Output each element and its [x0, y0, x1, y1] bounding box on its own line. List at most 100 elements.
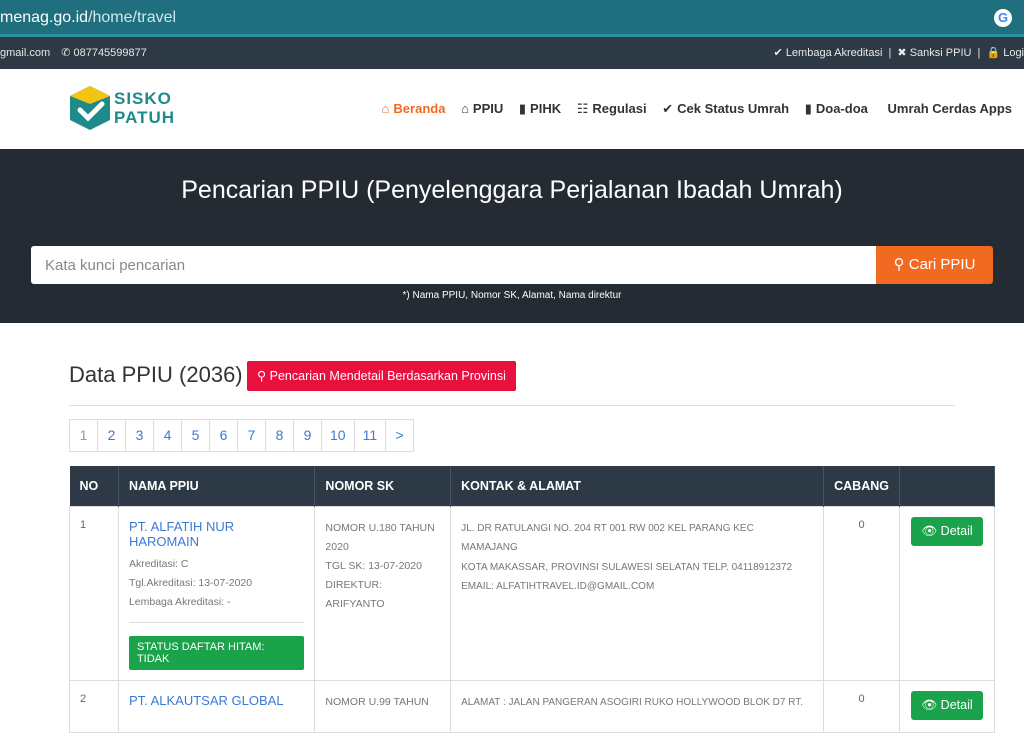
cell-cabang: 0 [823, 679, 900, 733]
cell-action: 👁 Detail [898, 679, 996, 733]
cell-no: 2 [69, 679, 119, 733]
topbar-link-lembaga[interactable]: Lembaga Akreditasi [786, 47, 883, 59]
col-header-cabang: CABANG [823, 466, 900, 506]
eye-icon: 👁 [921, 523, 938, 538]
logo[interactable]: SISKO PATUH [68, 84, 188, 134]
akreditasi-text: Akreditasi: C [128, 557, 189, 570]
province-search-button[interactable]: ⚲ Pencarian Mendetail Berdasarkan Provin… [247, 361, 516, 391]
page-4[interactable]: 4 [153, 419, 182, 452]
page-title: Pencarian PPIU (Penyelenggara Perjalanan… [181, 176, 843, 204]
search-input[interactable] [31, 246, 876, 284]
nav-item-doa[interactable]: ▮ Doa-doa [805, 101, 868, 117]
page-1[interactable]: 1 [69, 419, 98, 452]
address-line: JL. DR RATULANGI NO. 204 RT 001 RW 002 K… [461, 522, 754, 554]
url-path: /home/travel [88, 9, 177, 26]
logo-emblem-icon [70, 86, 110, 130]
cell-no: 1 [69, 505, 119, 681]
cell-cabang: 0 [823, 505, 900, 681]
separator: | [977, 47, 981, 59]
phone-text[interactable]: 087745599877 [73, 47, 146, 59]
page-9[interactable]: 9 [293, 419, 322, 452]
col-header-nama: NAMA PPIU [118, 466, 316, 506]
close-icon: ✖ [897, 47, 907, 59]
browser-address-bar: menag.go.id/home/travel G [0, 0, 1024, 37]
nav-item-beranda[interactable]: ⌂ Beranda [382, 101, 446, 116]
search-hint: *) Nama PPIU, Nomor SK, Alamat, Nama dir… [402, 290, 622, 301]
url-host: menag.go.id [0, 9, 89, 26]
search-button[interactable]: ⚲ Cari PPIU [876, 246, 993, 284]
page-10[interactable]: 10 [321, 419, 355, 452]
cell-action: 👁 Detail [898, 505, 996, 681]
ppiu-name-link[interactable]: PT. ALKAUTSAR GLOBAL [129, 693, 304, 708]
lembaga-text: Lembaga Akreditasi: - [128, 595, 231, 608]
address-url[interactable]: menag.go.id/home/travel [0, 9, 176, 27]
col-header-kontak: KONTAK & ALAMAT [450, 466, 825, 506]
logo-text: SISKO PATUH [114, 89, 175, 127]
status-badge: STATUS DAFTAR HITAM: TIDAK [128, 635, 305, 670]
address-line: ALAMAT : JALAN PANGERAN ASOGIRI RUKO HOL… [461, 696, 804, 708]
sk-number: NOMOR U.99 TAHUN [325, 695, 429, 708]
google-icon[interactable]: G [994, 9, 1012, 27]
sk-year: 2020 [325, 540, 349, 553]
nav-item-cek-status[interactable]: ✔ Cek Status Umrah [662, 101, 789, 117]
ppiu-name-link[interactable]: PT. ALFATIH NUR HAROMAIN [129, 519, 304, 549]
cell-nama: PT. ALKAUTSAR GLOBAL [117, 679, 316, 733]
data-ppiu-title: Data PPIU (2036) [69, 362, 243, 387]
cell-nama: PT. ALFATIH NUR HAROMAIN Akreditasi: C T… [117, 505, 316, 681]
sitemap-icon: ☷ [576, 101, 589, 116]
page-5[interactable]: 5 [181, 419, 210, 452]
phone-icon: ✆ [61, 47, 71, 59]
search-icon: ⚲ [893, 256, 905, 273]
main-nav: ⌂ Beranda ⌂ PPIU ▮ PIHK ☷ Regulasi ✔ Cek Stat… [370, 101, 1012, 117]
top-info-bar: gmail.com ✆ 087745599877 ✔ Lembaga Akred… [0, 37, 1024, 69]
page-next[interactable]: > [385, 419, 415, 452]
cell-kontak: JL. DR RATULANGI NO. 204 RT 001 RW 002 K… [450, 505, 825, 681]
nav-item-apps[interactable]: Umrah Cerdas Apps [888, 101, 1013, 116]
detail-button[interactable]: 👁 Detail [911, 516, 983, 546]
col-header-sk: NOMOR SK [314, 466, 452, 506]
email-text[interactable]: gmail.com [0, 47, 50, 59]
ppiu-table: NO NAMA PPIU NOMOR SK KONTAK & ALAMAT CA… [69, 466, 996, 733]
topbar-link-sanksi[interactable]: Sanksi PPIU [910, 47, 972, 59]
table-row: 1 PT. ALFATIH NUR HAROMAIN Akreditasi: C… [69, 505, 996, 681]
sk-director: DIREKTUR: ARIFYANTO [325, 578, 385, 610]
status-line: STATUS DAFTAR HITAM: TIDAK [128, 621, 305, 670]
page-2[interactable]: 2 [97, 419, 126, 452]
page-6[interactable]: 6 [209, 419, 238, 452]
page-7[interactable]: 7 [237, 419, 266, 452]
col-header-no: NO [69, 466, 119, 506]
detail-button[interactable]: 👁 Detail [911, 690, 983, 720]
table-header-row: NO NAMA PPIU NOMOR SK KONTAK & ALAMAT CA… [69, 466, 996, 506]
tgl-akreditasi-text: Tgl.Akreditasi: 13-07-2020 [128, 576, 253, 589]
site-header: SISKO PATUH ⌂ Beranda ⌂ PPIU ▮ PIHK ☷ Regula… [0, 69, 1024, 149]
nav-item-regulasi[interactable]: ☷ Regulasi [577, 101, 647, 117]
home-icon: ⌂ [381, 101, 390, 116]
check-icon: ✔ [662, 101, 674, 116]
cell-kontak: ALAMAT : JALAN PANGERAN ASOGIRI RUKO HOL… [450, 679, 825, 733]
logo-line1: SISKO [114, 89, 172, 108]
nav-item-pihk[interactable]: ▮ PIHK [519, 101, 561, 117]
address-line: KOTA MAKASSAR, PROVINSI SULAWESI SELATAN… [461, 561, 793, 573]
sk-number: NOMOR U.180 TAHUN [325, 521, 435, 534]
eye-icon: 👁 [921, 697, 938, 712]
check-icon: ✔ [773, 47, 783, 59]
divider [69, 405, 955, 406]
nav-item-ppiu[interactable]: ⌂ PPIU [461, 101, 503, 116]
home-icon: ⌂ [461, 101, 469, 116]
email-line: EMAIL: ALFATIHTRAVEL.ID@GMAIL.COM [461, 581, 655, 592]
page-8[interactable]: 8 [265, 419, 294, 452]
logo-line2: PATUH [114, 108, 176, 127]
book-icon: ▮ [518, 101, 527, 116]
topbar-link-login[interactable]: Logi [1003, 47, 1024, 59]
cell-sk: NOMOR U.180 TAHUN 2020 TGL SK: 13-07-202… [314, 505, 452, 681]
search-icon: ⚲ [257, 369, 267, 383]
book-icon: ▮ [804, 101, 812, 116]
page-11[interactable]: 11 [353, 419, 387, 452]
table-row: 2 PT. ALKAUTSAR GLOBAL NOMOR U.99 TAHUN … [69, 679, 996, 733]
sk-date: TGL SK: 13-07-2020 [325, 559, 422, 572]
separator: | [888, 47, 892, 59]
cell-sk: NOMOR U.99 TAHUN [314, 679, 452, 733]
page-3[interactable]: 3 [125, 419, 154, 452]
col-header-action [899, 466, 996, 506]
hero-search-section: Pencarian PPIU (Penyelenggara Perjalanan… [0, 149, 1024, 323]
